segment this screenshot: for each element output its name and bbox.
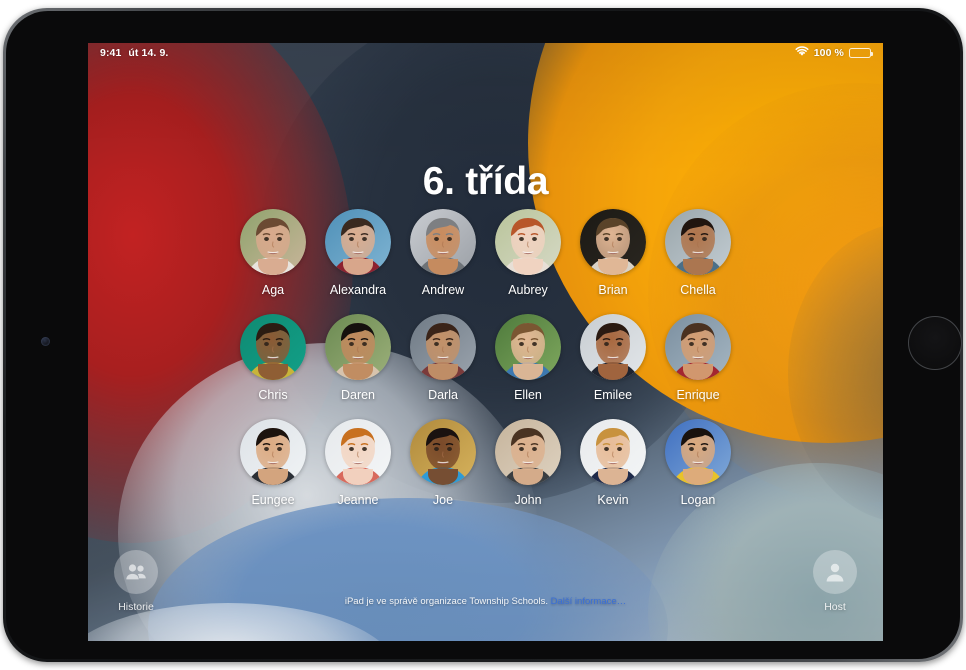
user-grid: Aga Alexandra Andrew Aubrey Brian Chella… <box>88 209 883 524</box>
user-name-label: Aga <box>261 283 285 297</box>
ipad-device: 9:41 út 14. 9. 100 % 6. třída Aga Alexan… <box>3 8 963 662</box>
avatar[interactable] <box>665 209 731 275</box>
user-name-label: Jeanne <box>337 493 379 507</box>
user-item-kevin[interactable]: Kevin <box>571 419 656 524</box>
avatar[interactable] <box>495 419 561 485</box>
user-item-eungee[interactable]: Eungee <box>231 419 316 524</box>
user-name-label: Kevin <box>597 493 629 507</box>
user-name-label: Andrew <box>421 283 465 297</box>
user-item-aga[interactable]: Aga <box>231 209 316 314</box>
user-item-andrew[interactable]: Andrew <box>401 209 486 314</box>
user-name-label: Chris <box>258 388 288 402</box>
user-item-daren[interactable]: Daren <box>316 314 401 419</box>
person-icon <box>813 550 857 594</box>
user-name-label: Daren <box>340 388 376 402</box>
user-item-ellen[interactable]: Ellen <box>486 314 571 419</box>
user-name-label: Logan <box>680 493 716 507</box>
user-name-label: Alexandra <box>329 283 387 297</box>
wifi-icon <box>795 46 809 60</box>
user-item-alexandra[interactable]: Alexandra <box>316 209 401 314</box>
avatar[interactable] <box>325 209 391 275</box>
managed-text: iPad je ve správě organizace Township Sc… <box>344 596 548 607</box>
user-name-label: Brian <box>598 283 628 297</box>
user-name-label: Emilee <box>593 388 633 402</box>
avatar[interactable] <box>240 314 306 380</box>
avatar[interactable] <box>325 314 391 380</box>
avatar[interactable] <box>665 419 731 485</box>
user-item-enrique[interactable]: Enrique <box>656 314 741 419</box>
user-item-chella[interactable]: Chella <box>656 209 741 314</box>
user-item-jeanne[interactable]: Jeanne <box>316 419 401 524</box>
user-name-label: John <box>514 493 542 507</box>
user-item-chris[interactable]: Chris <box>231 314 316 419</box>
more-info-link[interactable]: Další informace… <box>551 596 627 607</box>
user-row: Eungee Jeanne Joe John Kevin Logan <box>231 419 741 524</box>
avatar[interactable] <box>240 419 306 485</box>
avatar[interactable] <box>495 314 561 380</box>
user-name-label: Aubrey <box>508 283 548 297</box>
page-title: 6. třída <box>422 160 549 203</box>
user-item-john[interactable]: John <box>486 419 571 524</box>
user-row: Chris Daren Darla Ellen Emilee Enrique <box>231 314 741 419</box>
user-item-joe[interactable]: Joe <box>401 419 486 524</box>
avatar[interactable] <box>410 314 476 380</box>
status-bar: 9:41 út 14. 9. 100 % <box>88 43 883 63</box>
front-camera-icon <box>41 337 50 346</box>
avatar[interactable] <box>325 419 391 485</box>
avatar[interactable] <box>410 419 476 485</box>
avatar[interactable] <box>410 209 476 275</box>
avatar[interactable] <box>665 314 731 380</box>
user-item-logan[interactable]: Logan <box>656 419 741 524</box>
user-name-label: Eungee <box>251 493 295 507</box>
status-time: 9:41 <box>100 47 122 59</box>
avatar[interactable] <box>580 209 646 275</box>
ipad-screen: 9:41 út 14. 9. 100 % 6. třída Aga Alexan… <box>88 43 883 641</box>
user-item-brian[interactable]: Brian <box>571 209 656 314</box>
battery-full-icon <box>849 48 874 58</box>
user-name-label: Darla <box>428 388 458 402</box>
two-people-icon <box>114 550 158 594</box>
user-item-darla[interactable]: Darla <box>401 314 486 419</box>
user-name-label: Joe <box>432 493 454 507</box>
avatar[interactable] <box>580 314 646 380</box>
user-name-label: Chella <box>680 283 716 297</box>
status-date: út 14. 9. <box>128 47 169 59</box>
user-name-label: Ellen <box>514 388 542 402</box>
battery-percent: 100 % <box>813 47 844 59</box>
managed-device-notice: iPad je ve správě organizace Township Sc… <box>88 596 883 607</box>
user-item-emilee[interactable]: Emilee <box>571 314 656 419</box>
home-button-icon[interactable] <box>908 316 962 370</box>
avatar[interactable] <box>580 419 646 485</box>
user-name-label: Enrique <box>676 388 720 402</box>
avatar[interactable] <box>240 209 306 275</box>
avatar[interactable] <box>495 209 561 275</box>
user-item-aubrey[interactable]: Aubrey <box>486 209 571 314</box>
user-row: Aga Alexandra Andrew Aubrey Brian Chella <box>231 209 741 314</box>
